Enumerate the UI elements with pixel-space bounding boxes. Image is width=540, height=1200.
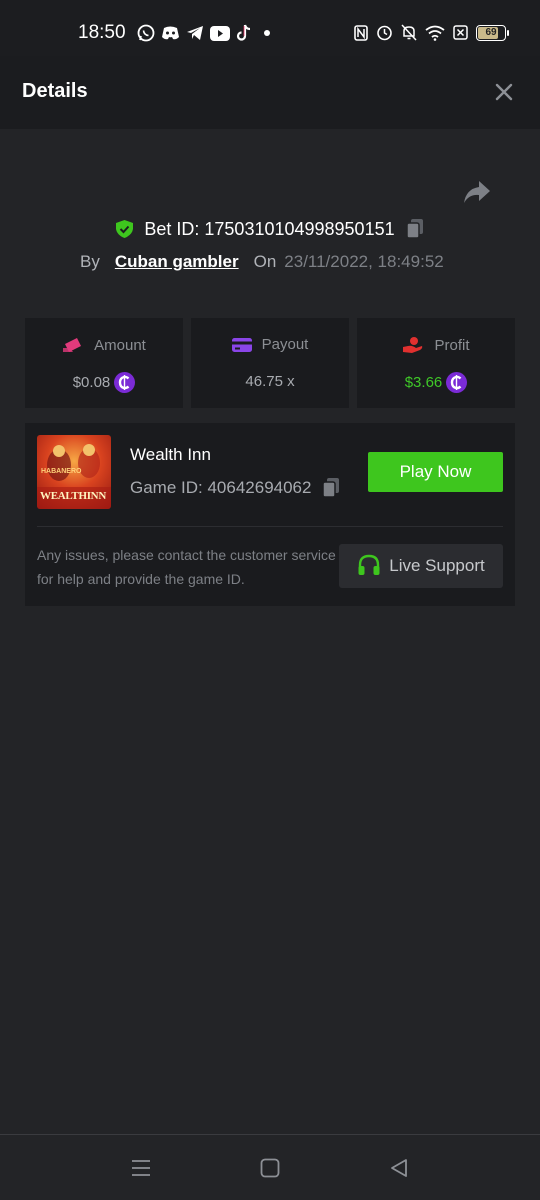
- alarm-icon: [377, 25, 392, 41]
- share-icon[interactable]: [462, 178, 492, 206]
- copy-icon[interactable]: [405, 218, 425, 240]
- headset-icon: [358, 554, 380, 575]
- stat-profit: Profit $3.66: [357, 318, 515, 408]
- bet-author-row: By Cuban gambler On 23/11/2022, 18:49:52: [80, 250, 444, 274]
- stat-amount-label: Amount: [94, 336, 146, 354]
- mute-icon: [401, 24, 417, 41]
- game-thumbnail-title: WEALTHINN: [40, 490, 106, 502]
- stat-amount: Amount $0.08: [25, 318, 183, 408]
- back-icon[interactable]: [388, 1157, 410, 1179]
- profit-icon: [403, 337, 423, 353]
- youtube-icon: [210, 25, 230, 41]
- page-title: Details: [22, 80, 88, 102]
- home-icon[interactable]: [259, 1157, 281, 1179]
- coin-icon: [114, 371, 136, 393]
- notification-dot: [264, 30, 270, 36]
- telegram-icon: [187, 26, 203, 40]
- system-nav-bar: [0, 1134, 540, 1200]
- game-card: HABANERO WEALTHINN Wealth Inn Game ID: 4…: [25, 423, 515, 606]
- bet-date: 23/11/2022, 18:49:52: [284, 252, 444, 271]
- bet-stats: Amount $0.08 Payout 46.75 x Profit $3.66: [25, 318, 515, 408]
- tiktok-icon: [236, 24, 251, 41]
- battery-level: 69: [485, 27, 497, 38]
- stat-payout-value: 46.75 x: [245, 372, 295, 390]
- stat-payout-label: Payout: [261, 336, 309, 353]
- status-system-icons: 69: [354, 24, 509, 41]
- menu-icon[interactable]: [130, 1157, 152, 1179]
- copy-icon[interactable]: [321, 477, 341, 499]
- bet-id-row: Bet ID: 1750310104998950151: [0, 216, 540, 242]
- coin-icon: [446, 371, 468, 393]
- game-name: Wealth Inn: [130, 445, 211, 464]
- game-thumbnail[interactable]: HABANERO WEALTHINN: [37, 435, 111, 509]
- support-hint: Any issues, please contact the customer …: [37, 547, 336, 587]
- card-divider: [37, 526, 503, 527]
- live-support-label: Live Support: [389, 556, 485, 575]
- on-label: On: [253, 252, 277, 271]
- sim-icon: [453, 25, 468, 40]
- game-id-row: Game ID: 40642694062: [130, 477, 341, 499]
- bet-id: Bet ID: 1750310104998950151: [144, 218, 395, 239]
- stat-amount-value: $0.08: [72, 373, 111, 391]
- game-id: Game ID: 40642694062: [130, 478, 312, 497]
- discord-icon: [162, 26, 179, 40]
- whatsapp-icon: [137, 24, 155, 42]
- username-link[interactable]: Cuban gambler: [115, 252, 239, 272]
- stat-profit-value: $3.66: [404, 373, 443, 391]
- by-label: By: [80, 252, 100, 271]
- status-time: 18:50: [78, 22, 126, 43]
- status-bar: 18:50 69: [0, 0, 540, 56]
- status-app-icons: [137, 24, 270, 42]
- wifi-icon: [425, 25, 445, 41]
- battery-icon: 69: [476, 24, 509, 41]
- payout-icon: [231, 337, 252, 352]
- play-now-button[interactable]: Play Now: [368, 452, 503, 492]
- close-icon[interactable]: [492, 80, 516, 104]
- stat-payout: Payout 46.75 x: [191, 318, 349, 408]
- details-header: Details: [0, 56, 540, 129]
- nfc-icon: [354, 24, 368, 41]
- amount-icon: [63, 338, 82, 352]
- shield-check-icon: [116, 220, 134, 238]
- live-support-button[interactable]: Live Support: [339, 544, 503, 588]
- game-thumbnail-brand: HABANERO: [41, 468, 82, 475]
- stat-profit-label: Profit: [434, 336, 470, 354]
